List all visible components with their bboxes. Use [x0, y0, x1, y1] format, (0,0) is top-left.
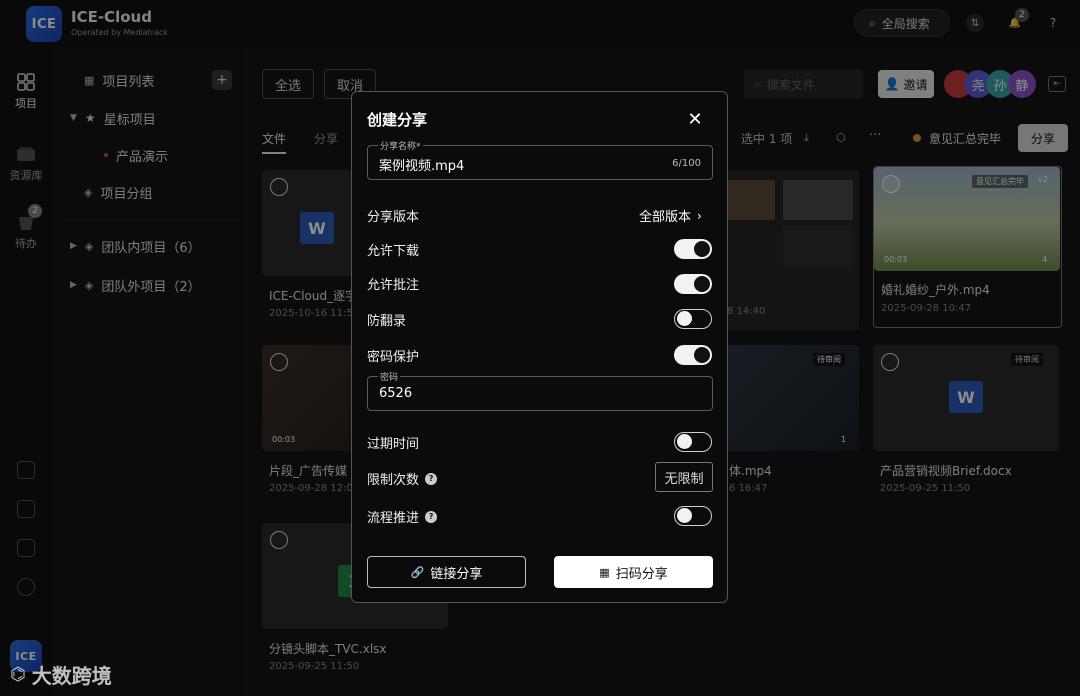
share-version-label: 分享版本 [367, 210, 420, 225]
expire-time-label: 过期时间 [367, 437, 420, 452]
share-version-select[interactable]: 全部版本 › [639, 206, 702, 226]
link-share-label: 链接分享 [430, 566, 483, 582]
app-root: ICE ICE-Cloud Operated by Mediatrack ⌕ 全… [0, 0, 1080, 696]
anti-record-label: 防翻录 [367, 314, 407, 329]
share-name-value: 案例视频.mp4 [379, 159, 465, 174]
limit-count-button[interactable]: 无限制 [655, 462, 713, 492]
close-icon[interactable]: ✕ [685, 109, 705, 130]
password-protect-label: 密码保护 [367, 350, 420, 365]
share-name-field[interactable]: 分享名称* 案例视频.mp4 6/100 [367, 139, 713, 180]
qr-share-label: 扫码分享 [615, 566, 668, 582]
expire-time-toggle[interactable] [674, 432, 712, 452]
qr-share-button[interactable]: ▦ 扫码分享 [554, 556, 713, 588]
help-icon[interactable]: ? [425, 472, 438, 485]
allow-comment-toggle[interactable] [674, 274, 712, 294]
link-share-button[interactable]: 🔗 链接分享 [367, 556, 526, 588]
help-icon[interactable]: ? [425, 510, 438, 523]
watermark-logo-icon: ⌬ [10, 664, 26, 685]
create-share-dialog: 创建分享 ✕ 分享名称* 案例视频.mp4 6/100 分享版本 全部版本 › … [351, 91, 728, 603]
limit-count-label: 限制次数 ? [367, 469, 438, 488]
anti-record-toggle[interactable] [674, 309, 712, 329]
watermark-text: 大数跨境 [31, 664, 112, 688]
dialog-title: 创建分享 [367, 111, 428, 129]
password-protect-toggle[interactable] [674, 345, 712, 365]
allow-download-label: 允许下载 [367, 244, 420, 259]
chevron-right-icon: › [697, 208, 702, 223]
field-label: 分享名称* [378, 139, 423, 152]
password-value: 6526 [379, 386, 413, 401]
workflow-label: 流程推进 ? [367, 507, 438, 526]
char-count: 6/100 [672, 158, 701, 169]
password-field[interactable]: 密码 6526 [367, 370, 713, 411]
workflow-toggle[interactable] [674, 506, 712, 526]
allow-download-toggle[interactable] [674, 239, 712, 259]
link-icon: 🔗 [410, 565, 425, 579]
share-version-value: 全部版本 [639, 210, 692, 225]
field-label: 密码 [378, 370, 401, 383]
watermark: ⌬ 大数跨境 [10, 660, 112, 689]
qr-code-icon: ▦ [599, 565, 610, 579]
allow-comment-label: 允许批注 [367, 278, 420, 293]
